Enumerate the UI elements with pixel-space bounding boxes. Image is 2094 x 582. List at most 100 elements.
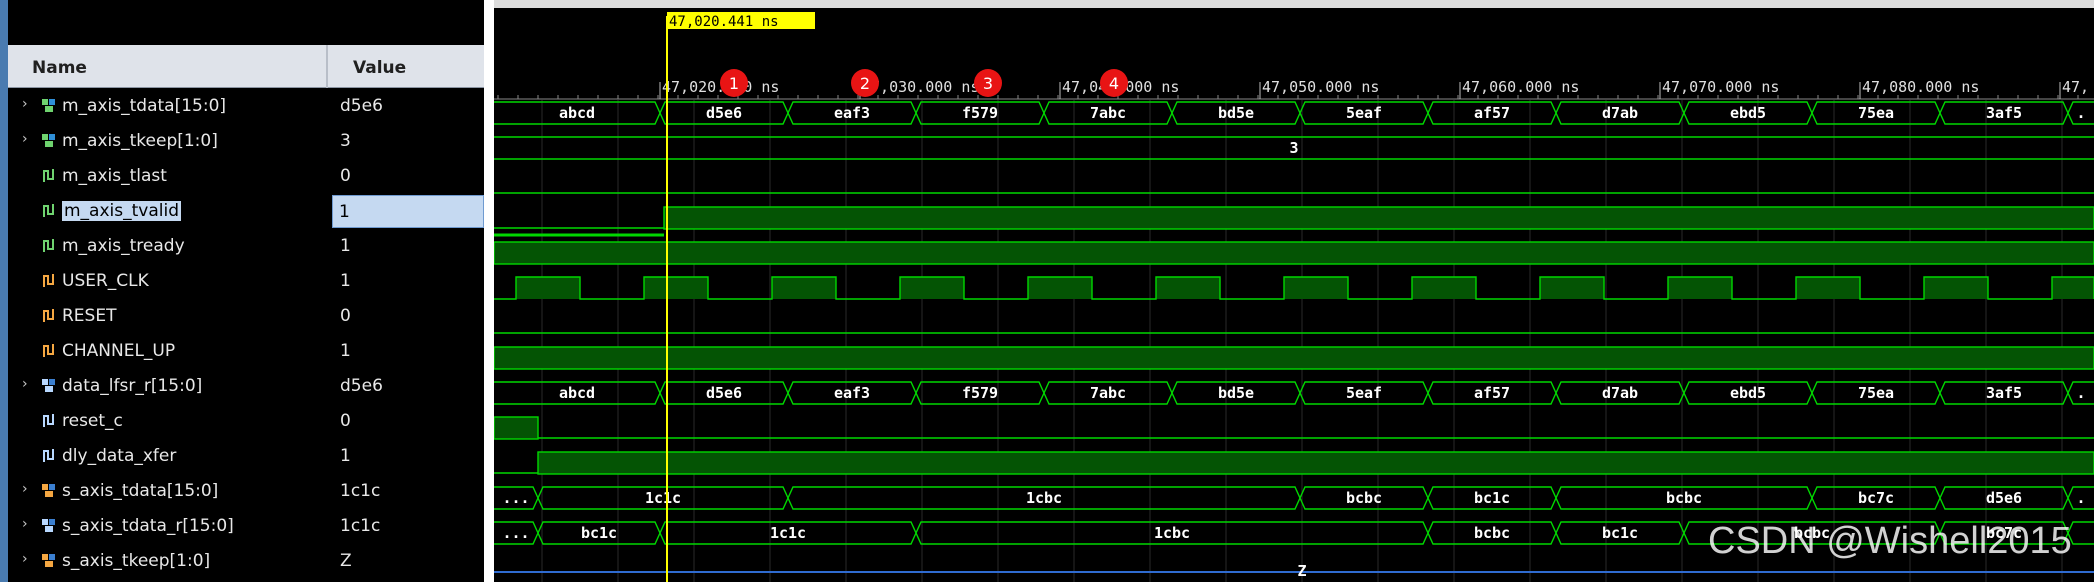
signal-name[interactable]: RESET xyxy=(62,306,116,326)
signal-name[interactable]: m_axis_tkeep[1:0] xyxy=(62,131,218,151)
bus-value-label: af57 xyxy=(1474,384,1510,402)
bus-value-label: d7ab xyxy=(1602,384,1638,402)
signal-name[interactable]: s_axis_tdata[15:0] xyxy=(62,481,218,501)
window-frame xyxy=(0,0,8,582)
bus-value-label: eaf3 xyxy=(834,104,870,122)
signal-value-field[interactable]: 1 xyxy=(332,195,484,228)
signal-row[interactable]: USER_CLK 1 xyxy=(8,263,491,298)
signal-name[interactable]: dly_data_xfer xyxy=(62,446,176,466)
bus-value-label: 5eaf xyxy=(1346,384,1382,402)
waveform-viewer[interactable]: abcd d5e6 eaf3 f579 7abc bd5e 5eaf af57 d7ab ebd5… xyxy=(494,0,2094,582)
expand-chevron-icon[interactable]: › xyxy=(22,376,28,392)
bus-value-label: 3af5 xyxy=(1986,104,2022,122)
column-divider[interactable] xyxy=(326,45,328,88)
signal-value: 1 xyxy=(340,341,351,361)
watermark: CSDN @Wishell2015 xyxy=(1708,520,2072,562)
bus-value-label: ebd5 xyxy=(1730,104,1766,122)
value-column-header[interactable]: Value xyxy=(353,58,406,78)
signal-value: 0 xyxy=(340,306,351,326)
signal-row[interactable]: m_axis_tlast 0 xyxy=(8,158,491,193)
clock-high-fill xyxy=(1284,277,1348,299)
signal-row[interactable]: › m_axis_tdata[15:0] d5e6 xyxy=(8,88,491,123)
signal-name[interactable]: data_lfsr_r[15:0] xyxy=(62,376,202,396)
marker-number: 2 xyxy=(860,74,870,93)
signal-name[interactable]: m_axis_tdata[15:0] xyxy=(62,96,226,116)
clock-high-fill xyxy=(1412,277,1476,299)
clock-high-fill xyxy=(1924,277,1988,299)
expand-chevron-icon[interactable]: › xyxy=(22,96,28,112)
signal-list-header: Name Value xyxy=(8,45,491,88)
signal-row[interactable]: reset_c 0 xyxy=(8,403,491,438)
bus-value-label: bc1c xyxy=(1602,524,1638,542)
expand-chevron-icon[interactable]: › xyxy=(22,551,28,567)
wire-icon xyxy=(43,169,54,182)
signal-row[interactable]: › s_axis_tdata_r[15:0] 1c1c xyxy=(8,508,491,543)
signal-row[interactable]: › data_lfsr_r[15:0] d5e6 xyxy=(8,368,491,403)
bus-value-label: bcbc xyxy=(1346,489,1382,507)
bus-value-label: 1cbc xyxy=(1154,524,1190,542)
waveform-canvas[interactable]: abcd d5e6 eaf3 f579 7abc bd5e 5eaf af57 d7ab ebd5… xyxy=(494,8,2094,582)
signal-name[interactable]: reset_c xyxy=(62,411,123,431)
signal-row[interactable]: dly_data_xfer 1 xyxy=(8,438,491,473)
signal-value: 1c1c xyxy=(340,481,381,501)
bus-value-label: bd5e xyxy=(1218,384,1254,402)
expand-chevron-icon[interactable]: › xyxy=(22,481,28,497)
signal-name[interactable]: m_axis_tlast xyxy=(62,166,167,186)
bus-value-label: bcbc xyxy=(1474,524,1510,542)
bus-value-label: abcd xyxy=(559,384,595,402)
signal-name[interactable]: USER_CLK xyxy=(62,271,149,291)
bus-value-label: 3 xyxy=(1289,139,1298,157)
signal-row[interactable]: CHANNEL_UP 1 xyxy=(8,333,491,368)
clock-high-fill xyxy=(1540,277,1604,299)
bus-value-label: bc1c xyxy=(1474,489,1510,507)
bus-value-label: 7abc xyxy=(1090,104,1126,122)
signal-value: 1 xyxy=(340,236,351,256)
signal-name[interactable]: s_axis_tkeep[1:0] xyxy=(62,551,210,571)
bus-value-label: ebd5 xyxy=(1730,384,1766,402)
signal-value: 1 xyxy=(339,202,350,222)
signal-value: 1c1c xyxy=(340,516,381,536)
signal-name[interactable]: s_axis_tdata_r[15:0] xyxy=(62,516,234,536)
pane-splitter[interactable] xyxy=(484,0,494,582)
reg-bus-icon xyxy=(42,519,55,532)
signal-row[interactable]: m_axis_tvalid 1 xyxy=(8,193,491,228)
bus-value-label: ... xyxy=(502,524,529,542)
bus-value-label: f579 xyxy=(962,104,998,122)
high-level-trace xyxy=(494,346,2094,370)
ruler-tick-label: 47, xyxy=(2062,78,2089,96)
bus-value-label: 7abc xyxy=(1090,384,1126,402)
signal-row[interactable]: RESET 0 xyxy=(8,298,491,333)
signal-value: 1 xyxy=(340,446,351,466)
bus-value-label: d5e6 xyxy=(706,384,742,402)
signal-row[interactable]: › m_axis_tkeep[1:0] 3 xyxy=(8,123,491,158)
signal-row[interactable]: › s_axis_tdata[15:0] 1c1c xyxy=(8,473,491,508)
bus-value-label: bd5e xyxy=(1218,104,1254,122)
signal-name[interactable]: CHANNEL_UP xyxy=(62,341,175,361)
high-level-trace xyxy=(494,416,539,440)
signal-list: › m_axis_tdata[15:0] d5e6 › m_axis_tkeep[1:0… xyxy=(8,88,491,582)
signal-row[interactable]: m_axis_tready 1 xyxy=(8,228,491,263)
bus-value-label: bcbc xyxy=(1666,489,1702,507)
bus-value-label: . xyxy=(2076,489,2085,507)
bus-value-label: 75ea xyxy=(1858,104,1894,122)
clock-high-fill xyxy=(2052,277,2094,299)
high-level-trace xyxy=(494,241,2094,265)
name-column-header[interactable]: Name xyxy=(32,58,87,78)
bus-value-label: d7ab xyxy=(1602,104,1638,122)
expand-chevron-icon[interactable]: › xyxy=(22,131,28,147)
expand-chevron-icon[interactable]: › xyxy=(22,516,28,532)
bus-value-label: d5e6 xyxy=(706,104,742,122)
bus-value-label: . xyxy=(2076,384,2085,402)
clock-high-fill xyxy=(644,277,708,299)
orange-bus-icon xyxy=(42,554,55,567)
signal-name[interactable]: m_axis_tvalid xyxy=(62,201,181,221)
signal-name[interactable]: m_axis_tready xyxy=(62,236,185,256)
bus-value-label: bc7c xyxy=(1858,489,1894,507)
bus-value-label: f579 xyxy=(962,384,998,402)
bus-value-label: d5e6 xyxy=(1986,489,2022,507)
name-panel-spacer xyxy=(8,0,491,45)
bus-segment xyxy=(2067,521,2094,545)
ruler-tick-label: 47,050.000 ns xyxy=(1262,78,1379,96)
high-level-trace xyxy=(663,206,2094,230)
signal-row[interactable]: › s_axis_tkeep[1:0] Z xyxy=(8,543,491,578)
